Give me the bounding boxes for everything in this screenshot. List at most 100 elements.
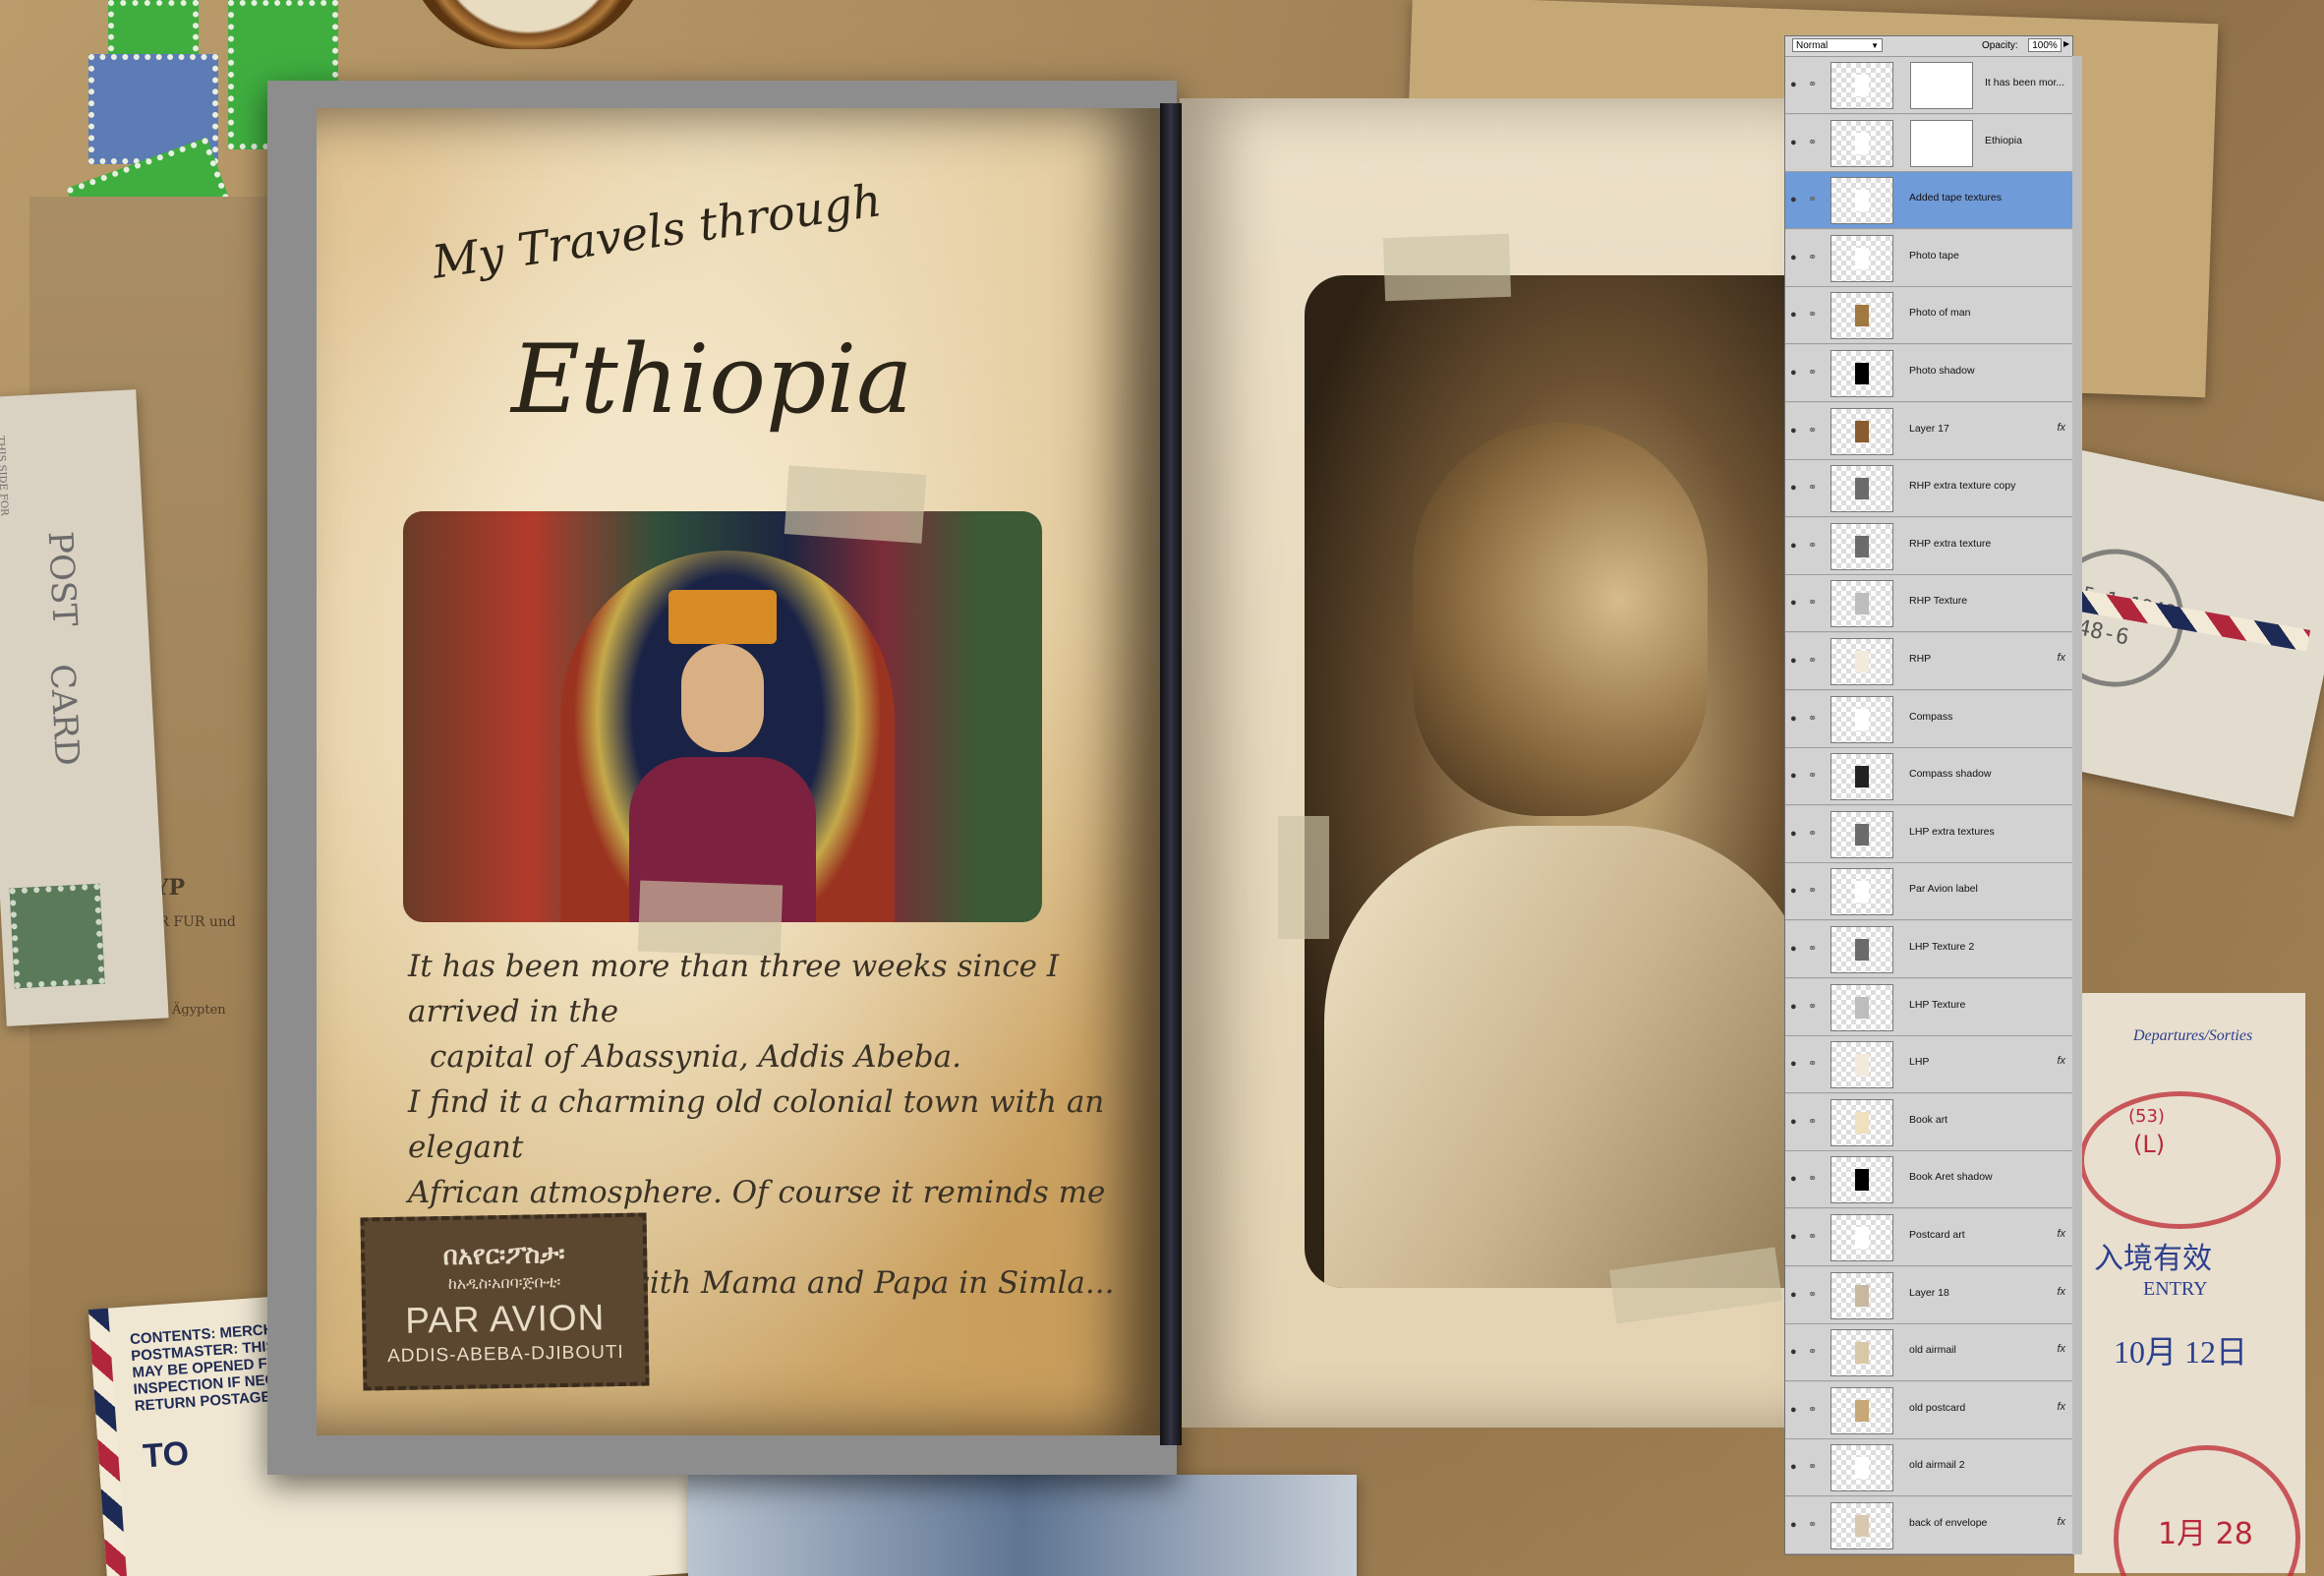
- layer-thumbnail[interactable]: [1830, 638, 1893, 685]
- layer-row[interactable]: ● ⚭ Photo tape: [1785, 229, 2072, 287]
- layer-row[interactable]: ● ⚭ Compass shadow: [1785, 748, 2072, 806]
- layer-row[interactable]: ● ⚭ LHP extra textures: [1785, 805, 2072, 863]
- layer-name[interactable]: RHP extra texture copy: [1909, 480, 2015, 492]
- eye-icon[interactable]: ●: [1790, 713, 1797, 725]
- layer-thumbnail[interactable]: [1830, 1329, 1893, 1377]
- layer-row[interactable]: ● ⚭ RHP extra texture: [1785, 517, 2072, 575]
- link-icon[interactable]: ⚭: [1808, 1057, 1817, 1070]
- link-icon[interactable]: ⚭: [1808, 366, 1817, 379]
- eye-icon[interactable]: ●: [1790, 252, 1797, 263]
- layer-thumbnail[interactable]: [1830, 1502, 1893, 1549]
- link-icon[interactable]: ⚭: [1808, 884, 1817, 897]
- layer-row[interactable]: ● ⚭ Par Avion label: [1785, 863, 2072, 921]
- layer-row[interactable]: ● ⚭ LHP Texture: [1785, 978, 2072, 1036]
- layer-thumbnail[interactable]: [1830, 177, 1893, 225]
- link-icon[interactable]: ⚭: [1808, 136, 1817, 148]
- fx-icon[interactable]: fx: [2057, 652, 2065, 664]
- layer-row[interactable]: ● ⚭ back of envelope fx: [1785, 1497, 2072, 1554]
- link-icon[interactable]: ⚭: [1808, 1288, 1817, 1301]
- layer-thumbnail[interactable]: [1830, 1098, 1893, 1146]
- layer-name[interactable]: old airmail: [1909, 1344, 1956, 1356]
- layer-thumbnail[interactable]: [1830, 695, 1893, 743]
- eye-icon[interactable]: ●: [1790, 1404, 1797, 1416]
- layer-name[interactable]: Added tape textures: [1909, 192, 2002, 204]
- eye-icon[interactable]: ●: [1790, 540, 1797, 552]
- link-icon[interactable]: ⚭: [1808, 481, 1817, 494]
- layer-name[interactable]: RHP: [1909, 653, 1931, 665]
- layer-mask-thumbnail[interactable]: [1910, 119, 1973, 167]
- eye-icon[interactable]: ●: [1790, 1519, 1797, 1531]
- fx-icon[interactable]: fx: [2057, 1286, 2065, 1298]
- eye-icon[interactable]: ●: [1790, 1461, 1797, 1473]
- layer-thumbnail[interactable]: [1830, 1156, 1893, 1204]
- eye-icon[interactable]: ●: [1790, 482, 1797, 494]
- link-icon[interactable]: ⚭: [1808, 942, 1817, 955]
- layer-name[interactable]: It has been mor...: [1985, 77, 2064, 88]
- link-icon[interactable]: ⚭: [1808, 193, 1817, 205]
- layer-row[interactable]: ● ⚭ Layer 18 fx: [1785, 1266, 2072, 1324]
- layer-name[interactable]: Book art: [1909, 1114, 1947, 1126]
- link-icon[interactable]: ⚭: [1808, 827, 1817, 840]
- layer-row[interactable]: ● ⚭ Photo shadow: [1785, 345, 2072, 402]
- layer-thumbnail[interactable]: [1830, 1214, 1893, 1261]
- link-icon[interactable]: ⚭: [1808, 1172, 1817, 1185]
- layer-row[interactable]: ● ⚭ It has been mor...: [1785, 57, 2072, 114]
- layer-name[interactable]: LHP: [1909, 1056, 1929, 1068]
- eye-icon[interactable]: ●: [1790, 828, 1797, 840]
- link-icon[interactable]: ⚭: [1808, 251, 1817, 263]
- eye-icon[interactable]: ●: [1790, 655, 1797, 667]
- layer-thumbnail[interactable]: [1830, 234, 1893, 282]
- eye-icon[interactable]: ●: [1790, 770, 1797, 782]
- layer-name[interactable]: old airmail 2: [1909, 1459, 1965, 1471]
- link-icon[interactable]: ⚭: [1808, 654, 1817, 667]
- eye-icon[interactable]: ●: [1790, 309, 1797, 321]
- layer-row[interactable]: ● ⚭ Book Aret shadow: [1785, 1151, 2072, 1209]
- layer-row[interactable]: ● ⚭ Ethiopia: [1785, 114, 2072, 172]
- fx-icon[interactable]: fx: [2057, 1055, 2065, 1067]
- layer-row[interactable]: ● ⚭ Compass: [1785, 690, 2072, 748]
- layer-thumbnail[interactable]: [1830, 810, 1893, 858]
- layer-thumbnail[interactable]: [1830, 350, 1893, 397]
- eye-icon[interactable]: ●: [1790, 79, 1797, 90]
- layer-thumbnail[interactable]: [1830, 407, 1893, 455]
- layer-thumbnail[interactable]: [1830, 753, 1893, 801]
- opacity-input[interactable]: 100%: [2028, 38, 2062, 52]
- layer-row[interactable]: ● ⚭ old airmail 2: [1785, 1439, 2072, 1497]
- layer-row[interactable]: ● ⚭ Layer 17 fx: [1785, 402, 2072, 460]
- link-icon[interactable]: ⚭: [1808, 78, 1817, 90]
- eye-icon[interactable]: ●: [1790, 1173, 1797, 1185]
- link-icon[interactable]: ⚭: [1808, 596, 1817, 609]
- layer-row[interactable]: ● ⚭ Photo of man: [1785, 287, 2072, 345]
- layer-name[interactable]: Compass: [1909, 711, 1952, 723]
- layer-row[interactable]: ● ⚭ old airmail fx: [1785, 1324, 2072, 1382]
- layer-row[interactable]: ● ⚭ old postcard fx: [1785, 1381, 2072, 1439]
- eye-icon[interactable]: ●: [1790, 885, 1797, 897]
- eye-icon[interactable]: ●: [1790, 1231, 1797, 1243]
- link-icon[interactable]: ⚭: [1808, 1345, 1817, 1358]
- layer-name[interactable]: back of envelope: [1909, 1517, 1987, 1529]
- layer-name[interactable]: Photo tape: [1909, 250, 1959, 262]
- layer-thumbnail[interactable]: [1830, 868, 1893, 916]
- link-icon[interactable]: ⚭: [1808, 769, 1817, 782]
- layer-name[interactable]: Par Avion label: [1909, 883, 1978, 895]
- eye-icon[interactable]: ●: [1790, 1346, 1797, 1358]
- layer-name[interactable]: RHP Texture: [1909, 595, 1967, 607]
- layer-name[interactable]: old postcard: [1909, 1402, 1965, 1414]
- layer-name[interactable]: Layer 17: [1909, 423, 1949, 435]
- fx-icon[interactable]: fx: [2057, 422, 2065, 434]
- layer-name[interactable]: Postcard art: [1909, 1229, 1965, 1241]
- layer-thumbnail[interactable]: [1830, 62, 1893, 109]
- layer-name[interactable]: Layer 18: [1909, 1287, 1949, 1299]
- layer-thumbnail[interactable]: [1830, 983, 1893, 1031]
- eye-icon[interactable]: ●: [1790, 425, 1797, 437]
- eye-icon[interactable]: ●: [1790, 137, 1797, 148]
- layer-thumbnail[interactable]: [1830, 522, 1893, 570]
- layer-name[interactable]: LHP Texture: [1909, 999, 1965, 1011]
- layer-row[interactable]: ● ⚭ Postcard art fx: [1785, 1209, 2072, 1266]
- eye-icon[interactable]: ●: [1790, 1289, 1797, 1301]
- layer-mask-thumbnail[interactable]: [1910, 62, 1973, 109]
- layer-name[interactable]: Book Aret shadow: [1909, 1171, 1993, 1183]
- layer-thumbnail[interactable]: [1830, 1444, 1893, 1492]
- layer-name[interactable]: RHP extra texture: [1909, 538, 1991, 550]
- link-icon[interactable]: ⚭: [1808, 539, 1817, 552]
